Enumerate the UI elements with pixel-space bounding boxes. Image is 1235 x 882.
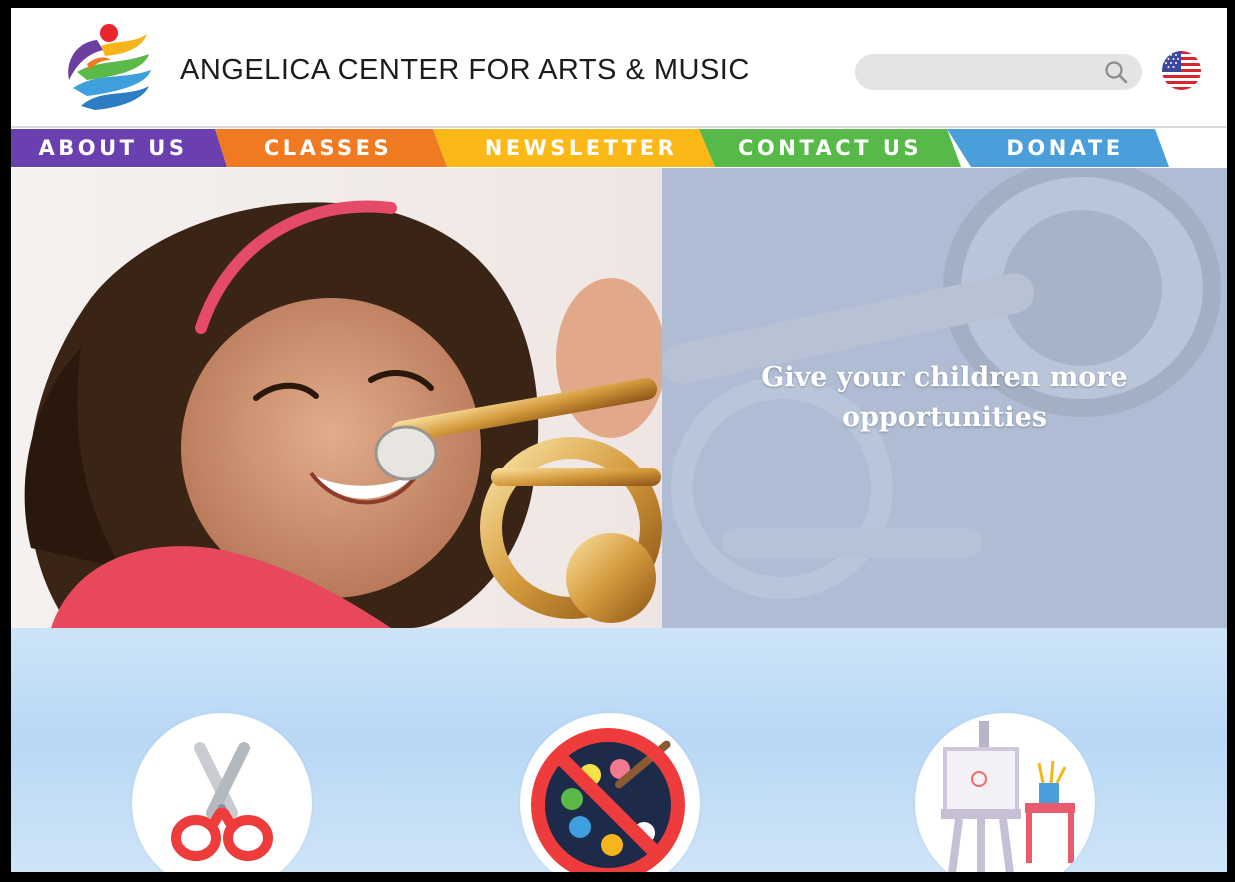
- scissors-icon: [171, 742, 273, 861]
- nav-contact-us-label: CONTACT US: [737, 136, 922, 160]
- rainbow-figure-logo-icon[interactable]: [57, 20, 153, 112]
- nav-contact-us[interactable]: CONTACT US: [699, 129, 971, 167]
- main-nav: ABOUT US CLASSES NEWSLETTER CONTACT US D…: [11, 129, 1227, 169]
- nav-about-us[interactable]: ABOUT US: [11, 129, 239, 167]
- features-section: [11, 628, 1227, 872]
- nav-donate[interactable]: DONATE: [947, 129, 1171, 167]
- no-painting-palette-icon: [531, 728, 685, 872]
- feature-card-palette[interactable]: [520, 713, 700, 872]
- girl-playing-trumpet-image: [11, 168, 662, 628]
- hero-banner: Give your children more opportunities: [11, 168, 1227, 628]
- feature-card-easel[interactable]: [915, 713, 1095, 872]
- us-flag-icon[interactable]: [1162, 51, 1201, 90]
- nav-donate-label: DONATE: [1006, 136, 1124, 160]
- hero-headline: Give your children more opportunities: [761, 362, 1128, 433]
- nav-classes-label: CLASSES: [263, 136, 393, 160]
- nav-newsletter-label: NEWSLETTER: [484, 136, 678, 160]
- nav-classes[interactable]: CLASSES: [215, 129, 455, 167]
- site-title[interactable]: ANGELICA CENTER FOR ARTS & MUSIC: [180, 54, 750, 87]
- feature-card-scissors[interactable]: [132, 713, 312, 872]
- search-icon[interactable]: [1104, 60, 1128, 84]
- site-header: ANGELICA CENTER FOR ARTS & MUSIC: [11, 8, 1227, 128]
- easel-art-supplies-icon: [941, 721, 1075, 872]
- search-bar[interactable]: [855, 54, 1142, 90]
- page-frame: ANGELICA CENTER FOR ARTS & MUSIC ABOUT U…: [11, 8, 1227, 872]
- nav-newsletter[interactable]: NEWSLETTER: [433, 129, 717, 167]
- nav-about-us-label: ABOUT US: [38, 136, 188, 160]
